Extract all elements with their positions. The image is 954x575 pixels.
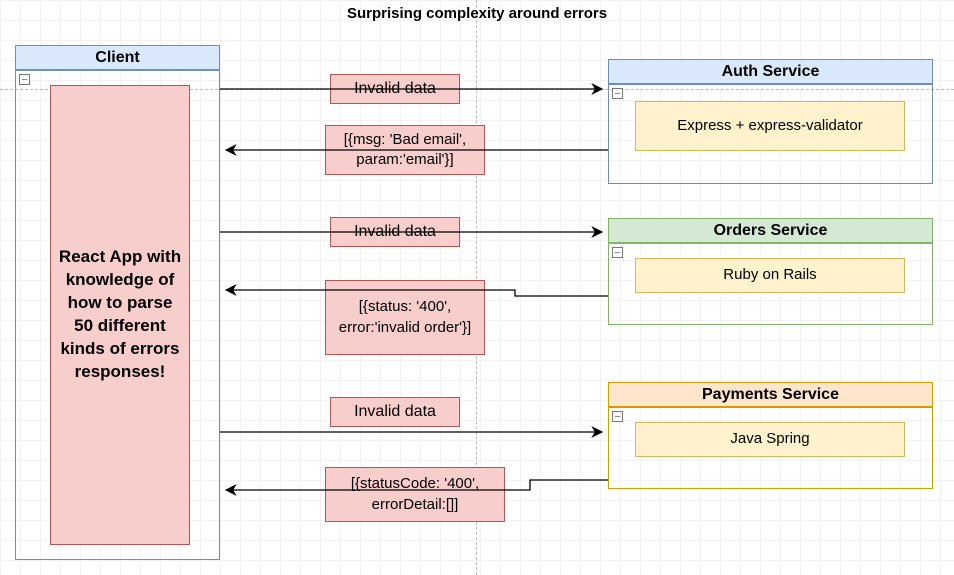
auth-tech: Express + express-validator [635, 101, 905, 151]
orders-tech: Ruby on Rails [635, 258, 905, 293]
payments-tech: Java Spring [635, 422, 905, 457]
diagram-canvas: Surprising complexity around errors Clie… [0, 0, 954, 575]
collapse-icon[interactable]: – [612, 411, 623, 422]
diagram-title: Surprising complexity around errors [0, 5, 954, 22]
orders-header: Orders Service [608, 218, 933, 243]
label-response-auth: [{msg: 'Bad email', param:'email'}] [325, 125, 485, 175]
label-invalid-orders: Invalid data [330, 217, 460, 247]
collapse-icon[interactable]: – [19, 74, 30, 85]
auth-header: Auth Service [608, 59, 933, 84]
label-invalid-payments: Invalid data [330, 397, 460, 427]
client-header: Client [15, 45, 220, 70]
client-body: React App with knowledge of how to parse… [50, 85, 190, 545]
collapse-icon[interactable]: – [612, 88, 623, 99]
label-response-payments: [{statusCode: '400', errorDetail:[]] [325, 467, 505, 522]
label-invalid-auth: Invalid data [330, 74, 460, 104]
label-response-orders: [{status: '400', error:'invalid order'}] [325, 280, 485, 355]
collapse-icon[interactable]: – [612, 247, 623, 258]
payments-header: Payments Service [608, 382, 933, 407]
